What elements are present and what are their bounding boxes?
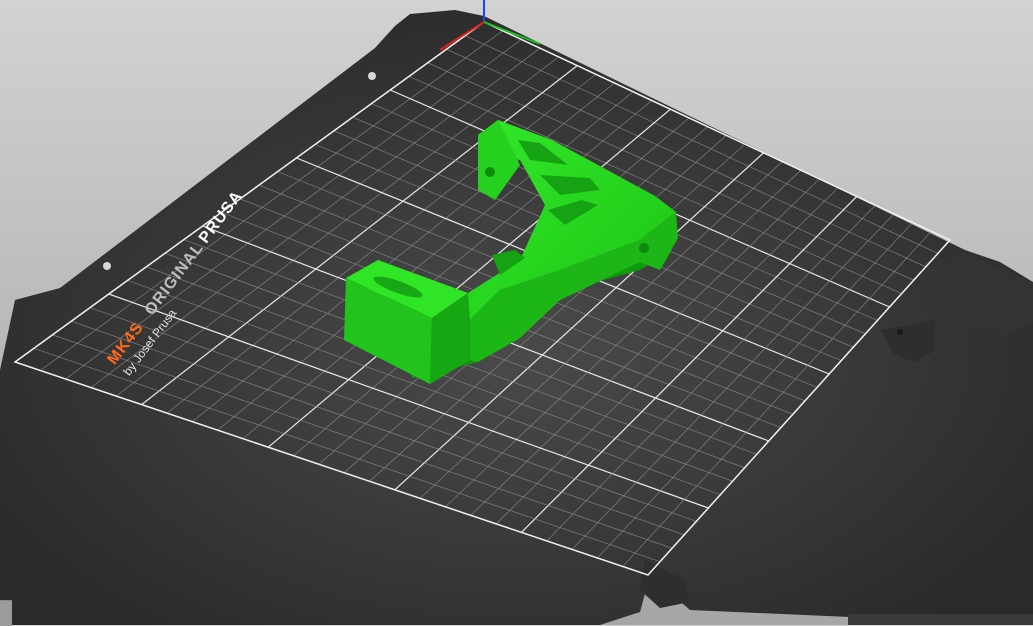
- corner-widget[interactable]: [0, 600, 12, 626]
- bed-hole: [368, 72, 376, 80]
- 3d-viewport[interactable]: ORIGINAL PRUSA MK4S by Josef Prusa: [0, 0, 1033, 625]
- bed-hole: [103, 262, 111, 270]
- model-hole: [485, 167, 495, 177]
- model-hole: [639, 243, 649, 253]
- status-overlay: [848, 614, 1033, 625]
- bed-hole: [897, 329, 903, 335]
